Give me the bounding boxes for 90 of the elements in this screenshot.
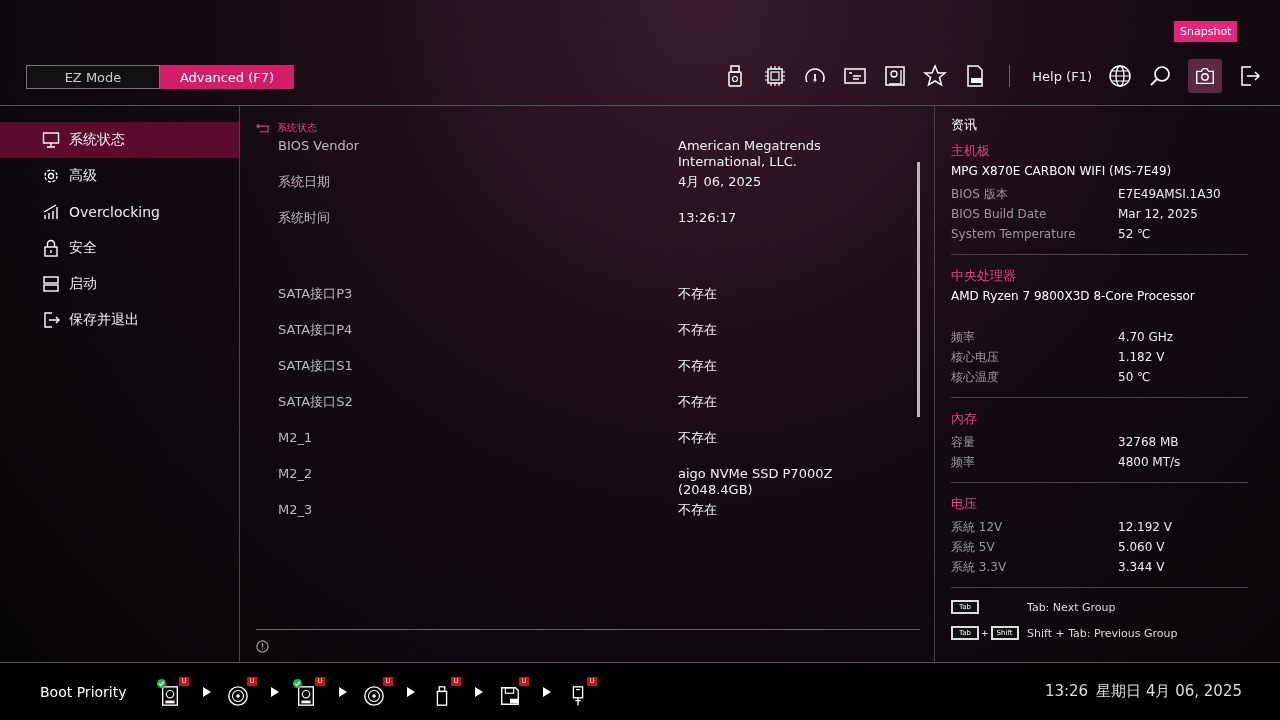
plus-sign: + <box>981 628 989 638</box>
arrow-icon <box>202 686 211 697</box>
setting-value: 不存在 <box>678 286 718 303</box>
setting-value: 13:26:17 <box>678 210 738 227</box>
clock-date: 星期日 4月 06, 2025 <box>1096 682 1242 701</box>
info-label: 核心电压 <box>951 349 1000 366</box>
setting-value: 不存在 <box>678 358 718 375</box>
setting-label: M2_1 <box>278 430 314 447</box>
hint-text: Shift + Tab: Previous Group <box>1027 626 1178 640</box>
monitor-icon <box>42 131 60 149</box>
info-value: 1.182 V <box>1118 349 1165 366</box>
tooltip: Snapshot <box>1174 21 1238 42</box>
section-heading: 电压 <box>951 495 978 513</box>
setting-value: 不存在 <box>678 394 718 411</box>
setting-label: SATA接口P3 <box>278 286 354 303</box>
star-icon[interactable] <box>923 64 948 88</box>
info-label: 频率 <box>951 454 976 471</box>
info-label: 容量 <box>951 434 976 451</box>
info-value: 4.70 GHz <box>1118 329 1174 346</box>
sidebar-item[interactable]: 高级 <box>0 158 239 194</box>
info-label: System Temperature <box>951 226 1077 243</box>
globe-icon[interactable] <box>1108 64 1132 88</box>
back-arrow-icon[interactable] <box>256 123 269 133</box>
drive-icon <box>42 275 60 293</box>
setting-label: 系统日期 <box>278 174 331 191</box>
exit-icon[interactable] <box>1238 64 1262 88</box>
hint-text: Tab: Next Group <box>1027 600 1116 614</box>
setting-label: M2_2 <box>278 466 314 483</box>
setting-value: 4月 06, 2025 <box>678 174 763 191</box>
section-heading: 中央处理器 <box>951 267 1017 285</box>
info-icon <box>256 639 269 653</box>
disc-icon[interactable] <box>226 684 249 707</box>
sidebar-item[interactable]: 启动 <box>0 266 239 302</box>
setting-value: American Megatrends International, LLC. <box>678 138 822 170</box>
chip-icon[interactable] <box>763 64 788 88</box>
setting-label: SATA接口S1 <box>278 358 354 375</box>
info-value: Mar 12, 2025 <box>1118 206 1198 223</box>
sidebar-item[interactable]: 系统状态 <box>0 122 239 158</box>
arrow-icon <box>474 686 483 697</box>
disc-icon[interactable] <box>362 684 385 707</box>
info-label: BIOS 版本 <box>951 186 1009 203</box>
board-icon[interactable] <box>883 64 908 88</box>
sidebar-item[interactable]: 安全 <box>0 230 239 266</box>
help-link[interactable]: Help (F1) <box>1032 68 1092 84</box>
mode-tab[interactable]: Advanced (F7) <box>160 65 294 89</box>
info-value: 50 ℃ <box>1118 369 1151 386</box>
section-heading: 主机板 <box>951 142 991 160</box>
setting-label: BIOS Vendor <box>278 138 361 155</box>
info-value: 12.192 V <box>1118 519 1172 536</box>
info-value: 5.060 V <box>1118 539 1165 556</box>
info-value: 32768 MB <box>1118 434 1179 451</box>
setting-value: aigo NVMe SSD P7000Z (2048.4GB) <box>678 466 834 498</box>
arrow-icon <box>406 686 415 697</box>
breadcrumb: 系统状态 <box>277 121 317 135</box>
bar-chart-icon <box>42 203 60 221</box>
info-label: 核心温度 <box>951 369 1000 386</box>
lock-icon <box>42 239 60 257</box>
info-value: 4800 MT/s <box>1118 454 1181 471</box>
setting-label: SATA接口P4 <box>278 322 354 339</box>
arrow-icon <box>338 686 347 697</box>
gear-icon <box>42 167 60 185</box>
scrollbar[interactable] <box>917 162 920 417</box>
setting-value: 不存在 <box>678 430 718 447</box>
device-name: MPG X870E CARBON WIFI (MS-7E49) <box>951 164 1173 178</box>
info-label: 频率 <box>951 329 976 346</box>
mode-tab[interactable]: EZ Mode <box>26 65 160 89</box>
panel-title: 资讯 <box>951 116 978 134</box>
exit-icon <box>42 311 60 329</box>
snapshot-button[interactable] <box>1188 59 1222 93</box>
setting-label: M2_3 <box>278 502 314 519</box>
info-label: 系統 5V <box>951 539 996 556</box>
info-label: 系統 3.3V <box>951 559 1008 576</box>
info-value: 3.344 V <box>1118 559 1165 576</box>
section-heading: 內存 <box>951 410 978 428</box>
sidebar-item[interactable]: 保存并退出 <box>0 302 239 338</box>
arrow-icon <box>542 686 551 697</box>
sidebar-item[interactable]: Overclocking <box>0 194 239 230</box>
boot-priority-label: Boot Priority <box>40 683 127 700</box>
clock-time: 13:26 <box>1044 682 1089 701</box>
search-icon[interactable] <box>1148 64 1172 88</box>
info-label: BIOS Build Date <box>951 206 1048 223</box>
setting-value: 不存在 <box>678 502 718 519</box>
setting-label: SATA接口S2 <box>278 394 354 411</box>
setting-value: 不存在 <box>678 322 718 339</box>
device-name: AMD Ryzen 7 9800X3D 8-Core Processor <box>951 289 1196 303</box>
info-label: 系統 12V <box>951 519 1004 536</box>
setting-label: 系统时间 <box>278 210 331 227</box>
arrow-icon <box>270 686 279 697</box>
info-value: E7E49AMSI.1A30 <box>1118 186 1221 203</box>
info-value: 52 ℃ <box>1118 226 1151 243</box>
